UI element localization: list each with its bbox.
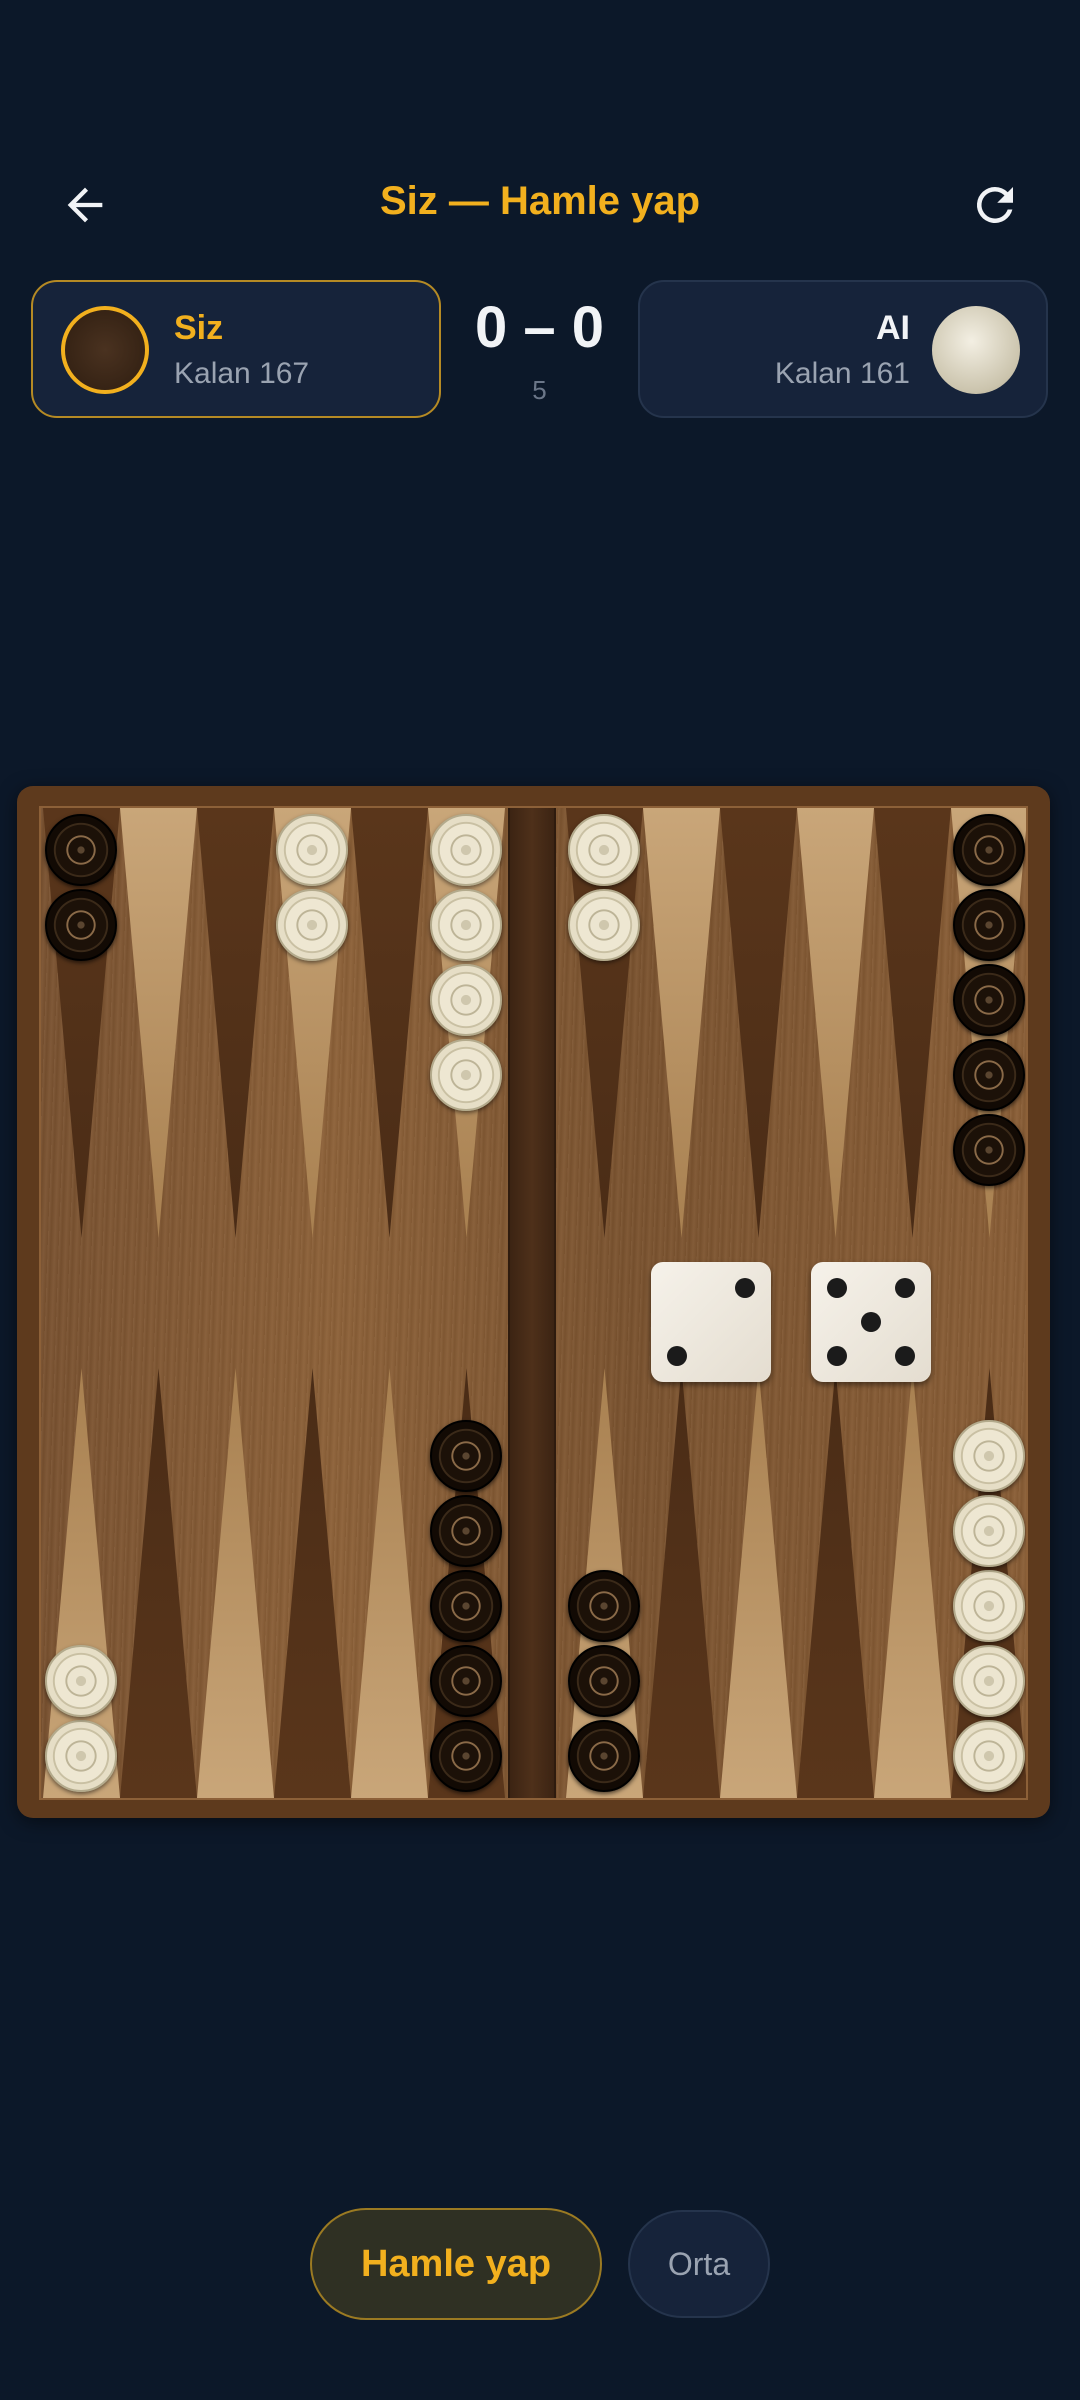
- black-checker[interactable]: [568, 1645, 640, 1717]
- board-point[interactable]: [874, 808, 951, 1238]
- board-point[interactable]: [643, 808, 720, 1238]
- white-checker[interactable]: [953, 1495, 1025, 1567]
- board-bar: [508, 808, 556, 1798]
- white-checker[interactable]: [953, 1645, 1025, 1717]
- board-point[interactable]: [874, 1368, 951, 1798]
- board-point[interactable]: [797, 1368, 874, 1798]
- arrow-left-icon: [67, 187, 103, 223]
- black-checker[interactable]: [953, 814, 1025, 886]
- player-card-me: Siz Kalan 167: [31, 280, 441, 418]
- make-move-button[interactable]: Hamle yap: [310, 2208, 602, 2320]
- die-pip: [861, 1312, 881, 1332]
- white-checker[interactable]: [430, 1039, 502, 1111]
- black-checker[interactable]: [953, 964, 1025, 1036]
- board-point[interactable]: [643, 1368, 720, 1798]
- restart-button[interactable]: [950, 160, 1040, 250]
- white-checker[interactable]: [430, 814, 502, 886]
- ai-name: AI: [876, 309, 910, 347]
- page-title: Siz — Hamle yap: [379, 179, 701, 223]
- board-point[interactable]: [797, 808, 874, 1238]
- player-name: Siz: [174, 309, 224, 347]
- player-disc-dark: [61, 306, 149, 394]
- back-button[interactable]: [40, 160, 130, 250]
- ai-remaining: Kalan 161: [774, 357, 910, 390]
- white-checker[interactable]: [45, 1645, 117, 1717]
- ai-disc-light: [932, 306, 1020, 394]
- white-checker[interactable]: [276, 889, 348, 961]
- board-point[interactable]: [197, 808, 274, 1238]
- white-checker[interactable]: [953, 1720, 1025, 1792]
- refresh-icon: [976, 186, 1013, 223]
- white-checker[interactable]: [953, 1570, 1025, 1642]
- board-point[interactable]: [120, 808, 197, 1238]
- black-checker[interactable]: [568, 1720, 640, 1792]
- black-checker[interactable]: [430, 1570, 502, 1642]
- black-checker[interactable]: [45, 814, 117, 886]
- black-checker[interactable]: [953, 1039, 1025, 1111]
- board-point[interactable]: [720, 808, 797, 1238]
- board-surface: [39, 806, 1028, 1800]
- die-pip: [734, 1278, 755, 1299]
- board-point[interactable]: [120, 1368, 197, 1798]
- board-point[interactable]: [351, 1368, 428, 1798]
- board-point[interactable]: [720, 1368, 797, 1798]
- white-checker[interactable]: [953, 1420, 1025, 1492]
- black-checker[interactable]: [430, 1720, 502, 1792]
- die-pip: [894, 1278, 915, 1299]
- black-checker[interactable]: [953, 1114, 1025, 1186]
- black-checker[interactable]: [568, 1570, 640, 1642]
- board-point[interactable]: [197, 1368, 274, 1798]
- white-checker[interactable]: [568, 814, 640, 886]
- die[interactable]: [811, 1262, 931, 1382]
- board-point[interactable]: [351, 808, 428, 1238]
- die-pip: [827, 1278, 848, 1299]
- white-checker[interactable]: [430, 964, 502, 1036]
- player-card-ai: AI Kalan 161: [638, 280, 1048, 418]
- white-checker[interactable]: [45, 1720, 117, 1792]
- black-checker[interactable]: [953, 889, 1025, 961]
- center-button[interactable]: Orta: [628, 2210, 770, 2318]
- black-checker[interactable]: [430, 1645, 502, 1717]
- black-checker[interactable]: [45, 889, 117, 961]
- white-checker[interactable]: [276, 814, 348, 886]
- black-checker[interactable]: [430, 1495, 502, 1567]
- white-checker[interactable]: [568, 889, 640, 961]
- player-remaining: Kalan 167: [174, 357, 310, 390]
- die-pip: [667, 1345, 688, 1366]
- match-score: 0 – 0: [475, 295, 604, 360]
- die-pip: [894, 1345, 915, 1366]
- match-target: 5: [532, 375, 547, 405]
- board-point[interactable]: [274, 1368, 351, 1798]
- black-checker[interactable]: [430, 1420, 502, 1492]
- white-checker[interactable]: [430, 889, 502, 961]
- die-pip: [827, 1345, 848, 1366]
- die[interactable]: [651, 1262, 771, 1382]
- backgammon-board: [17, 786, 1050, 1818]
